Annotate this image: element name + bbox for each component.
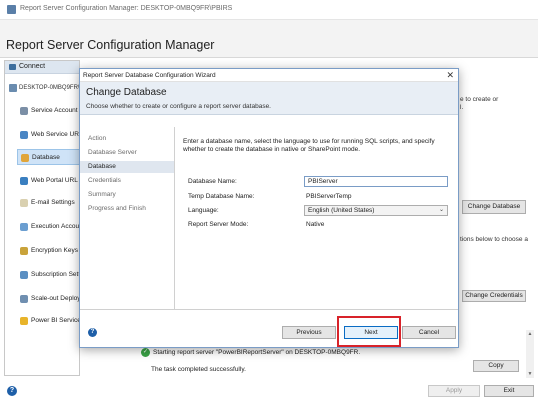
app-icon	[7, 5, 16, 14]
wizard-titlebar: Report Server Database Configuration Wiz…	[80, 69, 458, 82]
plug-icon	[9, 64, 16, 70]
copy-button[interactable]: Copy	[473, 360, 519, 372]
web-service-url-icon	[20, 131, 28, 139]
wizard-step-summary[interactable]: Summary	[80, 189, 174, 201]
scroll-down-icon[interactable]: ▼	[526, 370, 534, 378]
change-database-button[interactable]: Change Database	[462, 200, 526, 214]
sidebar-item-encryption-keys[interactable]: Encryption Keys	[17, 243, 81, 259]
sidebar-item-label: Web Portal URL	[31, 177, 78, 184]
report-server-mode-label: Report Server Mode:	[188, 221, 249, 228]
wizard-content: Enter a database name, select the langua…	[176, 127, 458, 309]
encryption-keys-icon	[20, 247, 28, 255]
database-name-label: Database Name:	[188, 178, 237, 185]
result-line: Starting report server "PowerBIReportSer…	[153, 349, 361, 356]
wizard-footer: ? Previous Next Cancel	[80, 309, 458, 347]
sidebar-item-label: Execution Account	[31, 223, 85, 230]
temp-database-name-label: Temp Database Name:	[188, 193, 255, 200]
sidebar-item-web-portal-url[interactable]: Web Portal URL	[17, 173, 81, 189]
sidebar-item-label: Encryption Keys	[31, 247, 78, 254]
sidebar-item-label: Power BI Service	[31, 317, 81, 324]
wizard-page-subtitle: Choose whether to create or configure a …	[86, 103, 271, 110]
email-icon	[20, 199, 28, 207]
server-icon	[9, 84, 17, 92]
success-check-icon: ✓	[141, 348, 150, 357]
service-account-icon	[20, 107, 28, 115]
connect-button[interactable]: Connect	[5, 61, 79, 74]
window-titlebar: Report Server Configuration Manager: DES…	[0, 0, 538, 20]
wizard-dialog: Report Server Database Configuration Wiz…	[79, 68, 459, 348]
sidebar-item-database[interactable]: Database	[17, 149, 81, 165]
wizard-page-title: Change Database	[86, 87, 167, 98]
cancel-button[interactable]: Cancel	[402, 326, 456, 339]
close-icon[interactable]: ✕	[446, 70, 454, 81]
wizard-step-credentials[interactable]: Credentials	[80, 175, 174, 187]
next-button-highlight	[337, 316, 401, 347]
sidebar-item-scale-out-deployment[interactable]: Scale-out Deployment	[17, 291, 95, 307]
help-icon[interactable]: ?	[88, 328, 97, 337]
database-name-input[interactable]: PBIServer	[304, 176, 448, 187]
credentials-intro-text: tions below to choose a	[460, 236, 528, 243]
sidebar-item-web-service-url[interactable]: Web Service URL	[17, 127, 83, 143]
wizard-step-database[interactable]: Database	[80, 161, 174, 173]
wizard-step-action[interactable]: Action	[80, 133, 174, 145]
previous-button[interactable]: Previous	[282, 326, 336, 339]
power-bi-icon	[20, 317, 28, 325]
language-selected-value: English (United States)	[308, 207, 375, 214]
web-portal-url-icon	[20, 177, 28, 185]
result-line: The task completed successfully.	[151, 366, 246, 373]
scroll-up-icon[interactable]: ▲	[526, 330, 534, 338]
app-header: Report Server Configuration Manager	[0, 20, 538, 58]
wizard-header: Change Database Choose whether to create…	[80, 82, 458, 115]
sidebar-item-subscription-settings[interactable]: Subscription Settings	[17, 267, 92, 283]
apply-button[interactable]: Apply	[428, 385, 480, 397]
chevron-down-icon: ⌄	[438, 207, 444, 213]
report-server-mode-value: Native	[306, 221, 325, 228]
sidebar-item-label: Web Service URL	[31, 131, 83, 138]
window-title: Report Server Configuration Manager: DES…	[20, 5, 233, 12]
subscription-icon	[20, 271, 28, 279]
wizard-steps: Action Database Server Database Credenti…	[80, 127, 175, 309]
app-title: Report Server Configuration Manager	[6, 38, 215, 52]
exit-button[interactable]: Exit	[484, 385, 534, 397]
language-select[interactable]: English (United States) ⌄	[304, 205, 448, 216]
sidebar-item-label: Database	[32, 154, 60, 161]
help-icon[interactable]: ?	[7, 386, 17, 396]
database-intro-text: e to create or	[460, 96, 499, 103]
server-name[interactable]: DESKTOP-0MBQ9FR\P...	[19, 85, 88, 91]
connect-label: Connect	[19, 63, 46, 70]
sidebar-item-label: Service Account	[31, 107, 78, 114]
change-credentials-button[interactable]: Change Credentials	[462, 290, 526, 302]
temp-database-name-value: PBIServerTemp	[306, 193, 352, 200]
wizard-description: Enter a database name, select the langua…	[183, 138, 435, 153]
sidebar-item-power-bi-service[interactable]: Power BI Service	[17, 313, 81, 329]
language-label: Language:	[188, 207, 219, 214]
sidebar: Connect DESKTOP-0MBQ9FR\P... Service Acc…	[4, 60, 95, 376]
database-intro-text-2: l.	[460, 104, 464, 111]
database-icon	[21, 154, 29, 162]
wizard-step-progress-and-finish[interactable]: Progress and Finish	[80, 203, 174, 215]
sidebar-item-label: E-mail Settings	[31, 199, 75, 206]
sidebar-item-email-settings[interactable]: E-mail Settings	[17, 195, 81, 211]
sidebar-item-execution-account[interactable]: Execution Account	[17, 219, 85, 235]
results-scrollbar[interactable]: ▲ ▼	[526, 330, 534, 378]
scale-out-icon	[20, 295, 28, 303]
wizard-title: Report Server Database Configuration Wiz…	[83, 72, 216, 79]
sidebar-item-service-account[interactable]: Service Account	[17, 103, 81, 119]
execution-account-icon	[20, 223, 28, 231]
wizard-step-database-server[interactable]: Database Server	[80, 147, 174, 159]
